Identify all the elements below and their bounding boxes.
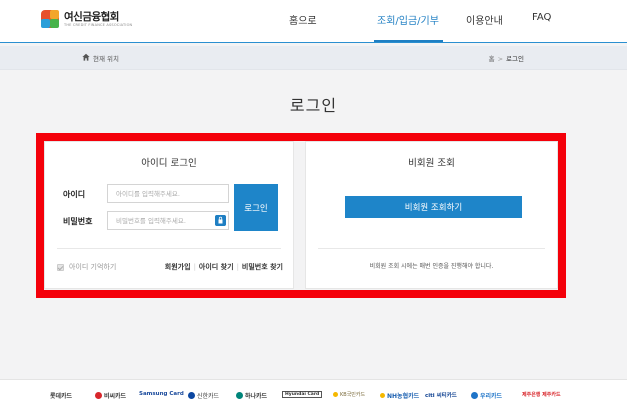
page-title: 로그인 bbox=[289, 96, 338, 115]
guest-lookup-note: 비회원 조회 시에는 매번 인증을 진행해야 합니다. bbox=[369, 263, 494, 270]
logo-text[interactable]: 여신금융협회 bbox=[64, 9, 119, 24]
password-label: 비밀번호 bbox=[63, 217, 93, 226]
partner-hyundai-card[interactable]: Hyundai Card bbox=[282, 391, 323, 398]
shinhan-icon bbox=[188, 392, 195, 399]
remember-id[interactable]: 아이디 기억하기 bbox=[57, 262, 116, 272]
breadcrumb-home[interactable]: 홈 bbox=[489, 55, 495, 63]
current-location-label: 현재 위치 bbox=[93, 55, 119, 63]
site-header: 여신금융협회 THE CREDIT FINANCE ASSOCIATION 홈으… bbox=[0, 0, 627, 42]
nav-faq[interactable]: FAQ bbox=[532, 12, 551, 23]
partner-name: 제주은행 제주카드 bbox=[522, 392, 561, 398]
partner-samsung-card[interactable]: Samsung Card bbox=[139, 391, 184, 397]
association-logo-icon[interactable] bbox=[40, 9, 60, 29]
id-login-title: 아이디 로그인 bbox=[141, 158, 197, 169]
breadcrumb: 홈 > 로그인 bbox=[489, 53, 524, 63]
panel-divider bbox=[318, 248, 545, 249]
panel-divider bbox=[57, 248, 281, 249]
header-divider bbox=[0, 42, 627, 43]
partner-jeju-card[interactable]: 제주은행 제주카드 bbox=[522, 391, 561, 398]
guest-lookup-button[interactable]: 비회원 조회하기 bbox=[345, 196, 522, 218]
signup-link[interactable]: 회원가입 bbox=[165, 263, 191, 271]
woori-icon bbox=[471, 392, 478, 399]
partner-name: 롯데카드 bbox=[50, 393, 73, 400]
logo-subtext: THE CREDIT FINANCE ASSOCIATION bbox=[64, 23, 133, 27]
find-id-link[interactable]: 아이디 찾기 bbox=[199, 263, 234, 271]
find-password-link[interactable]: 비밀번호 찾기 bbox=[242, 263, 283, 271]
link-separator: | bbox=[193, 263, 196, 271]
partner-name: 하나카드 bbox=[245, 393, 268, 400]
partner-name: 우리카드 bbox=[480, 393, 503, 400]
partner-woori-card[interactable]: 우리카드 bbox=[471, 391, 502, 400]
kb-icon bbox=[333, 392, 338, 397]
breadcrumb-separator: > bbox=[497, 55, 504, 63]
partner-lotte-card[interactable]: 롯데카드 bbox=[50, 391, 72, 400]
nav-lookup-deposit-donate[interactable]: 조회/입금/기부 bbox=[377, 12, 439, 27]
partner-nh-card[interactable]: NH농협카드 bbox=[380, 391, 419, 400]
partner-name: Hyundai Card bbox=[285, 392, 320, 397]
account-links: 회원가입 | 아이디 찾기 | 비밀번호 찾기 bbox=[165, 262, 283, 272]
partner-name: NH농협카드 bbox=[387, 393, 420, 400]
partner-citi-card[interactable]: citi 씨티카드 bbox=[425, 391, 457, 399]
nav-guide[interactable]: 이용안내 bbox=[466, 12, 503, 27]
guest-lookup-panel: 비회원 조회 비회원 조회하기 비회원 조회 시에는 매번 인증을 진행해야 합… bbox=[305, 141, 558, 289]
id-login-panel: 아이디 로그인 아이디 비밀번호 로그인 아이디 기억하기 회원가입|아이디 찾… bbox=[44, 141, 294, 289]
partner-hana-card[interactable]: 하나카드 bbox=[236, 391, 267, 400]
remember-id-checkbox[interactable] bbox=[57, 263, 64, 271]
hana-icon bbox=[236, 392, 243, 399]
partner-bc-card[interactable]: 비씨카드 bbox=[95, 391, 126, 400]
partner-name: citi 씨티카드 bbox=[425, 393, 457, 399]
partner-shinhan-card[interactable]: 신한카드 bbox=[188, 391, 219, 400]
remember-id-label[interactable]: 아이디 기억하기 bbox=[69, 262, 116, 272]
partner-kb-card[interactable]: KB국민카드 bbox=[333, 391, 365, 398]
partner-logo-bar: 롯데카드 비씨카드 Samsung Card 신한카드 하나카드 Hyundai… bbox=[0, 380, 627, 411]
partner-name: 신한카드 bbox=[197, 393, 220, 400]
partner-name: KB국민카드 bbox=[340, 392, 366, 398]
partner-name: 비씨카드 bbox=[104, 393, 127, 400]
id-input[interactable] bbox=[107, 184, 229, 203]
partner-name: Samsung Card bbox=[139, 391, 184, 397]
breadcrumb-bar: 현재 위치 홈 > 로그인 bbox=[0, 46, 627, 70]
link-separator: | bbox=[236, 263, 239, 271]
login-button[interactable]: 로그인 bbox=[234, 184, 278, 231]
secure-keypad-icon[interactable] bbox=[215, 215, 226, 226]
home-icon bbox=[82, 53, 90, 61]
bc-card-icon bbox=[95, 392, 102, 399]
password-input[interactable] bbox=[107, 211, 229, 230]
breadcrumb-current: 로그인 bbox=[506, 55, 524, 63]
nh-icon bbox=[380, 393, 385, 398]
nav-home[interactable]: 홈으로 bbox=[289, 12, 317, 27]
id-label: 아이디 bbox=[63, 190, 86, 199]
guest-lookup-title: 비회원 조회 bbox=[408, 158, 455, 169]
